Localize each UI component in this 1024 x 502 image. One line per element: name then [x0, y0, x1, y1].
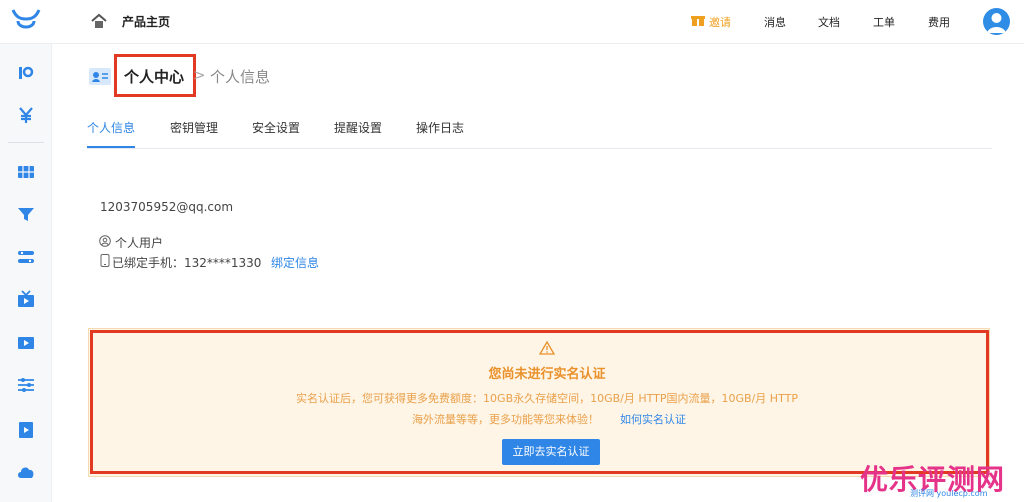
email-text: 1203705952@qq.com	[100, 200, 234, 214]
avatar[interactable]	[983, 8, 1010, 35]
user-avatar-icon	[987, 13, 1006, 33]
tab-reminder-settings[interactable]: 提醒设置	[334, 119, 382, 136]
watermark-subtext: 测评网 youlecp.com	[910, 489, 988, 498]
logo-icon[interactable]	[10, 7, 42, 35]
how-to-verify-link[interactable]: 如何实名认证	[620, 411, 686, 427]
cloud-icon[interactable]	[17, 463, 35, 481]
top-bar: 产品主页 邀请 消息 文档 工单 费用	[0, 0, 1024, 44]
tv-icon[interactable]	[17, 290, 35, 308]
verify-now-button[interactable]: 立即去实名认证	[502, 439, 600, 465]
product-home-link[interactable]: 产品主页	[122, 13, 170, 30]
billing-yen-icon[interactable]	[17, 106, 35, 124]
phone-icon	[100, 254, 110, 267]
warning-icon	[539, 341, 555, 355]
user-type-text: 个人用户	[115, 236, 164, 250]
video-play-icon[interactable]	[17, 421, 35, 439]
funnel-icon[interactable]	[17, 205, 35, 223]
toggle-list-icon[interactable]	[17, 248, 35, 266]
grid-icon[interactable]	[17, 163, 35, 181]
messages-link[interactable]: 消息	[764, 14, 786, 30]
bound-phone-text: 已绑定手机：132****1330	[112, 256, 262, 270]
fees-link[interactable]: 费用	[928, 14, 950, 30]
ticket-link[interactable]: 工单	[873, 14, 895, 30]
film-icon[interactable]	[17, 334, 35, 352]
user-circle-icon	[99, 235, 111, 247]
sidebar	[0, 44, 52, 502]
tab-key-management[interactable]: 密钥管理	[170, 119, 218, 136]
alert-title: 您尚未进行实名认证	[488, 367, 606, 382]
tab-operation-log[interactable]: 操作日志	[416, 119, 464, 136]
breadcrumb-separator: >	[193, 66, 206, 84]
breadcrumb-sub: 个人信息	[210, 68, 271, 86]
overview-icon[interactable]	[17, 64, 35, 82]
docs-link[interactable]: 文档	[818, 14, 840, 30]
tab-personal-info[interactable]: 个人信息	[87, 119, 135, 136]
tab-security-settings[interactable]: 安全设置	[252, 119, 300, 136]
home-icon[interactable]	[90, 12, 108, 30]
breadcrumb-current[interactable]: 个人中心	[124, 66, 184, 87]
alert-description-line2: 海外流量等等，更多功能等您来体验！	[412, 413, 599, 426]
alert-description-line1: 实名认证后，您可获得更多免费额度：10GB永久存储空间，10GB/月 HTTP国…	[296, 392, 798, 405]
main-content: 个人中心 > 个人信息 个人信息 密钥管理 安全设置 提醒设置 操作日志 120…	[52, 45, 1024, 502]
sidebar-divider	[8, 142, 44, 143]
bind-info-link[interactable]: 绑定信息	[271, 254, 319, 271]
invite-link[interactable]: 邀请	[709, 14, 731, 30]
sliders-icon[interactable]	[17, 376, 35, 394]
id-card-icon	[89, 68, 111, 85]
gift-icon[interactable]	[691, 13, 705, 27]
tab-bar: 个人信息 密钥管理 安全设置 提醒设置 操作日志	[87, 119, 992, 149]
active-tab-indicator	[87, 146, 135, 148]
